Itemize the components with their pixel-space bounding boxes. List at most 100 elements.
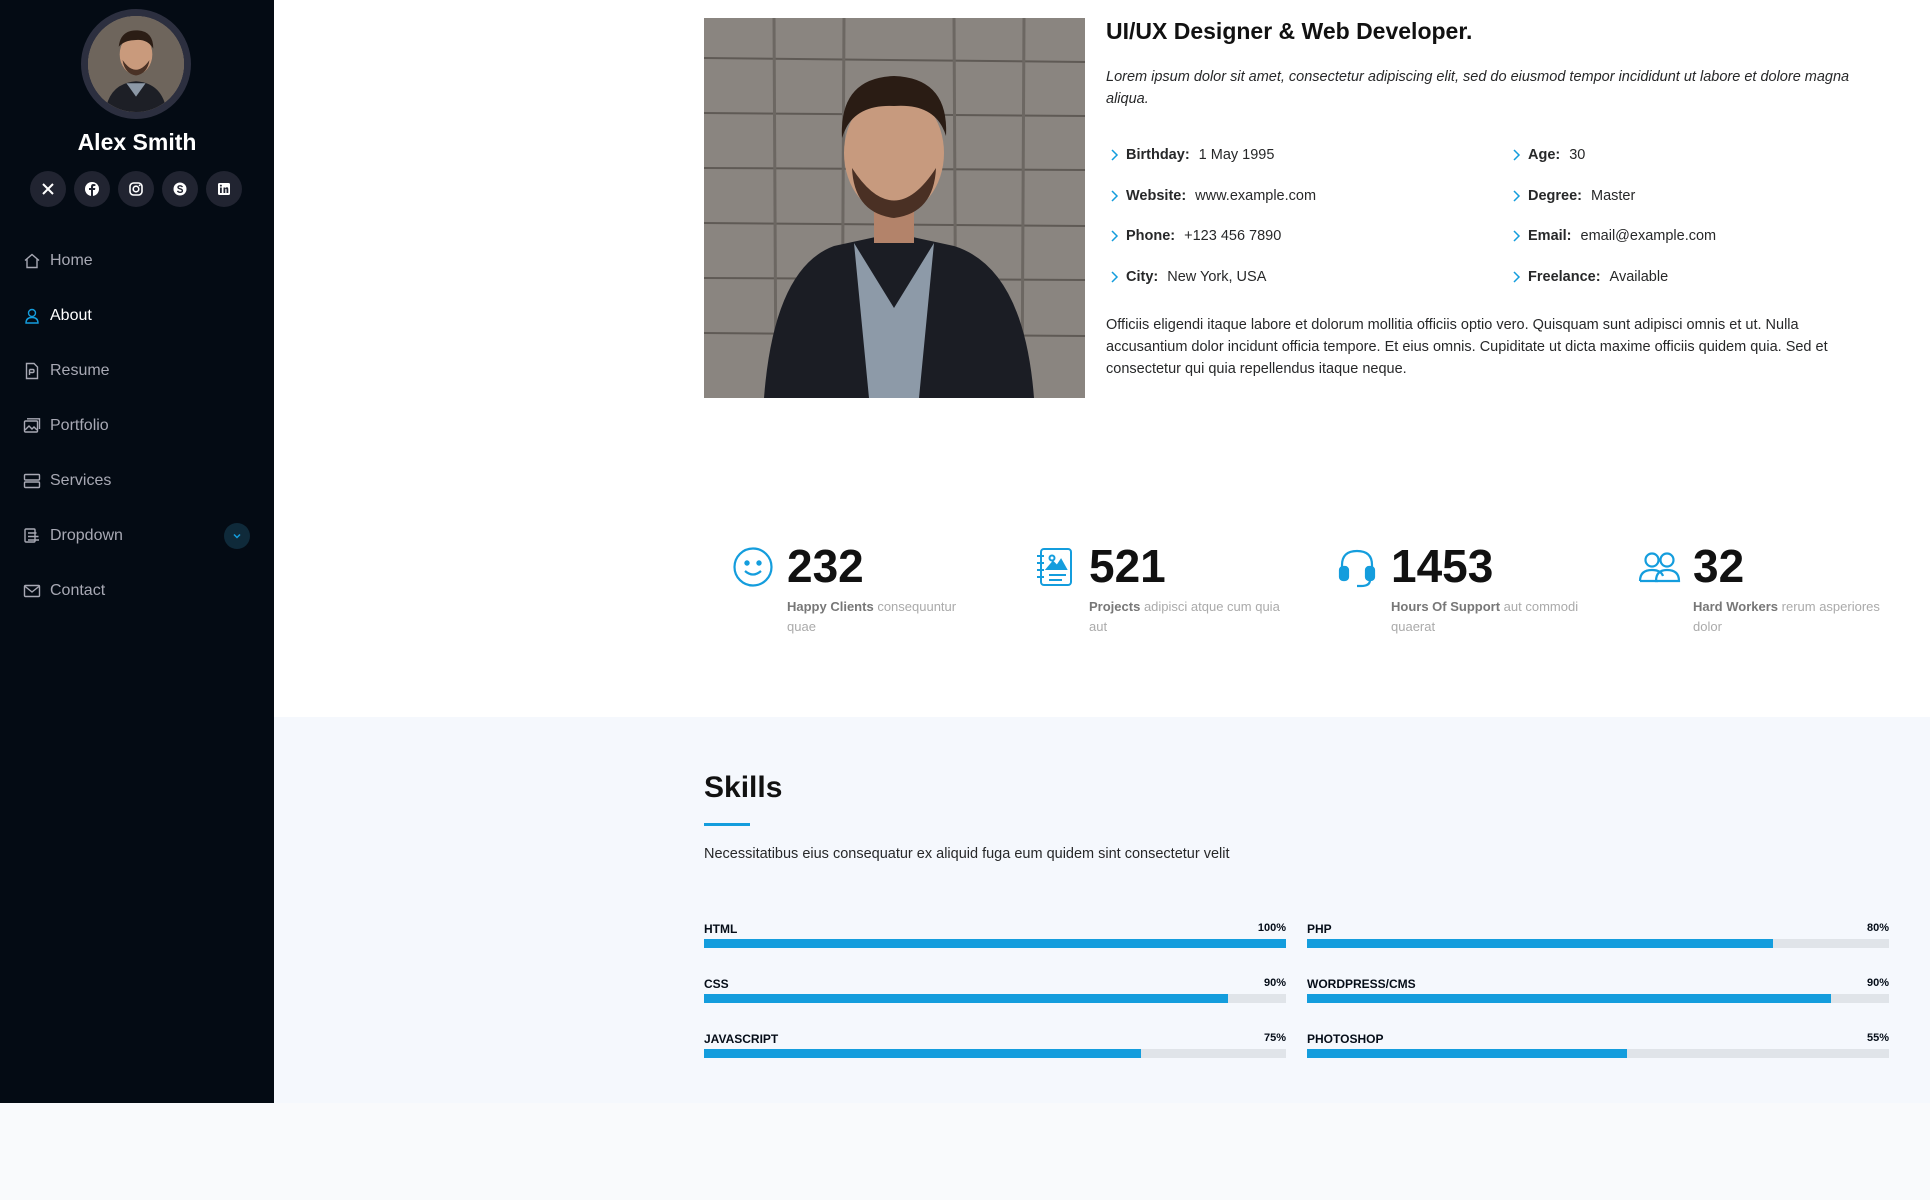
sidebar: Alex Smith Home About Resume Portfolio S… xyxy=(0,0,274,1103)
info-row-birthday: Birthday: 1 May 1995 xyxy=(1106,135,1486,176)
file-icon xyxy=(23,362,41,380)
images-icon xyxy=(23,417,41,435)
nav-item-dropdown[interactable]: Dropdown xyxy=(0,508,274,563)
info-list-left: Birthday: 1 May 1995 Website: www.exampl… xyxy=(1106,135,1486,297)
info-label: Degree: xyxy=(1528,187,1582,204)
skill-name: JavaScript xyxy=(704,1032,779,1046)
chevron-right-icon xyxy=(1111,230,1119,242)
chevron-right-icon xyxy=(1111,190,1119,202)
profile-name: Alex Smith xyxy=(77,129,197,155)
info-row-city: City: New York, USA xyxy=(1106,257,1486,298)
skill-javascript: JavaScript 75% xyxy=(704,1032,1286,1072)
stat-number: 521 xyxy=(1089,540,1166,592)
info-row-phone: Phone: +123 456 7890 xyxy=(1106,216,1486,257)
skill-name: CSS xyxy=(704,977,729,991)
progress-track xyxy=(704,1049,1286,1058)
info-label: City: xyxy=(1126,268,1159,285)
skill-percent: 90% xyxy=(1263,977,1286,989)
info-label: Birthday: xyxy=(1126,147,1190,164)
portrait-image xyxy=(704,18,1085,398)
info-list-right: Age: 30 Degree: Master Email: email@exam… xyxy=(1508,135,1888,297)
facebook-icon[interactable] xyxy=(74,171,110,207)
journal-richtext-icon xyxy=(1033,545,1077,589)
profile-photo xyxy=(704,18,1085,398)
nav-label: Services xyxy=(50,471,112,489)
nav-label: Contact xyxy=(50,581,106,599)
info-value: Available xyxy=(1609,268,1669,285)
info-value: Master xyxy=(1591,187,1636,204)
skill-name: HTML xyxy=(704,922,738,936)
title-underline xyxy=(704,823,750,826)
about-title: UI/UX Designer & Web Developer. xyxy=(1106,18,1473,44)
progress-bar xyxy=(1307,1049,1628,1058)
chevron-right-icon xyxy=(1513,271,1521,283)
nav-item-resume[interactable]: Resume xyxy=(0,343,274,398)
progress-bar xyxy=(1307,994,1831,1003)
about-body: Officiis eligendi itaque labore et dolor… xyxy=(1106,317,1828,377)
skill-percent: 80% xyxy=(1866,922,1889,934)
nav-label: Home xyxy=(50,251,93,269)
sidebar-nav: Home About Resume Portfolio Services Dro… xyxy=(0,233,274,618)
chevron-right-icon xyxy=(1111,149,1119,161)
headset-icon xyxy=(1335,545,1379,589)
info-value: New York, USA xyxy=(1167,268,1267,285)
info-label: Phone: xyxy=(1126,228,1176,245)
skills-title: Skills xyxy=(704,771,783,804)
stat-label: Hours Of Support xyxy=(1391,599,1501,614)
progress-bar xyxy=(1307,939,1773,948)
progress-track xyxy=(1307,1049,1889,1058)
info-label: Freelance: xyxy=(1528,268,1601,285)
info-row-age: Age: 30 xyxy=(1508,135,1888,176)
x-twitter-icon[interactable] xyxy=(30,171,66,207)
emoji-smile-icon xyxy=(731,545,775,589)
info-label: Email: xyxy=(1528,228,1572,245)
profile-avatar-image xyxy=(88,16,184,112)
info-value: www.example.com xyxy=(1195,187,1317,204)
avatar xyxy=(81,9,191,119)
stat-number: 32 xyxy=(1693,540,1745,592)
nav-label: About xyxy=(50,306,92,324)
stat-label: Projects xyxy=(1089,599,1141,614)
nav-item-contact[interactable]: Contact xyxy=(0,563,274,618)
info-value: email@example.com xyxy=(1580,228,1717,245)
progress-track xyxy=(704,939,1286,948)
stat-description: Hard Workers rerum asperiores dolor xyxy=(1693,597,1893,637)
progress-track xyxy=(1307,939,1889,948)
instagram-icon[interactable] xyxy=(118,171,154,207)
stat-description: Happy Clients consequuntur quae xyxy=(787,597,987,637)
nav-item-about[interactable]: About xyxy=(0,288,274,343)
skill-name: Photoshop xyxy=(1307,1032,1384,1046)
stat-number: 1453 xyxy=(1391,540,1494,592)
linkedin-icon[interactable] xyxy=(206,171,242,207)
skill-wordpress: WordPress/CMS 90% xyxy=(1307,977,1889,1017)
skill-css: CSS 90% xyxy=(704,977,1286,1017)
info-value: 1 May 1995 xyxy=(1198,147,1275,164)
chevron-right-icon xyxy=(1513,230,1521,242)
chevron-right-icon xyxy=(1513,190,1521,202)
skill-html: HTML 100% xyxy=(704,922,1286,962)
person-icon xyxy=(23,307,41,325)
chevron-right-icon xyxy=(1111,271,1119,283)
info-row-email: Email: email@example.com xyxy=(1508,216,1888,257)
social-links xyxy=(30,171,242,207)
nav-item-home[interactable]: Home xyxy=(0,233,274,288)
nav-item-services[interactable]: Services xyxy=(0,453,274,508)
stat-label: Hard Workers xyxy=(1693,599,1779,614)
skill-photoshop: Photoshop 55% xyxy=(1307,1032,1889,1072)
stat-description: Projects adipisci atque cum quia aut xyxy=(1089,597,1289,637)
skype-icon[interactable] xyxy=(162,171,198,207)
stat-label: Happy Clients xyxy=(787,599,874,614)
info-row-degree: Degree: Master xyxy=(1508,176,1888,217)
nav-label: Dropdown xyxy=(50,526,123,544)
info-row-website: Website: www.example.com xyxy=(1106,176,1486,217)
hdd-stack-icon xyxy=(23,472,41,490)
skill-php: PHP 80% xyxy=(1307,922,1889,962)
skill-percent: 55% xyxy=(1866,1032,1889,1044)
progress-bar xyxy=(704,994,1228,1003)
skill-name: WordPress/CMS xyxy=(1307,977,1416,991)
progress-track xyxy=(1307,994,1889,1003)
menu-icon xyxy=(23,527,41,545)
chevron-down-icon[interactable] xyxy=(224,523,250,549)
nav-item-portfolio[interactable]: Portfolio xyxy=(0,398,274,453)
stat-description: Hours Of Support aut commodi quaerat xyxy=(1391,597,1591,637)
